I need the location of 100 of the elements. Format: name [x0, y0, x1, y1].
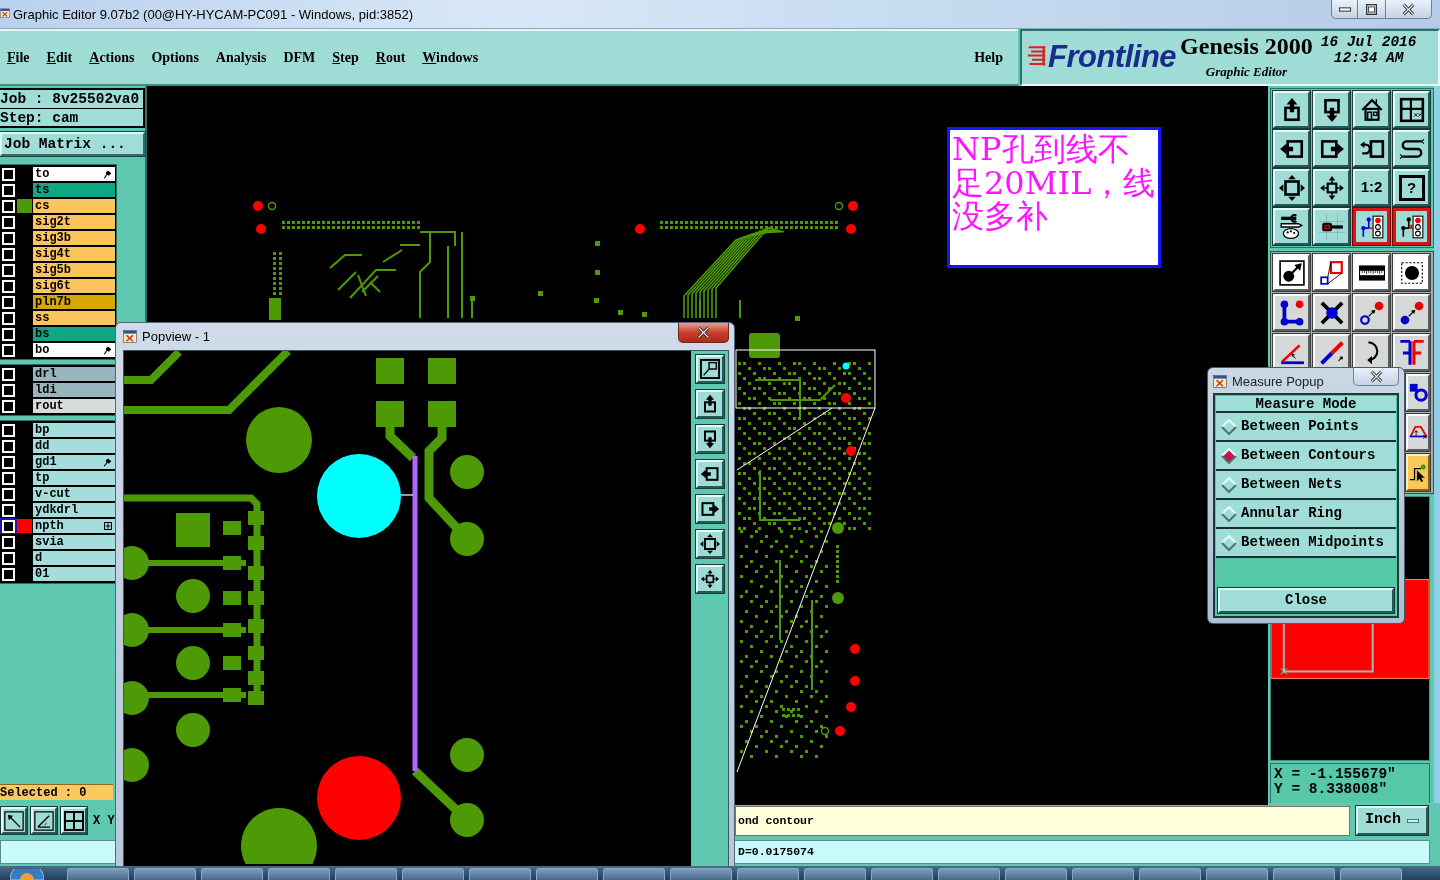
menu-item[interactable]: DFM — [283, 47, 316, 68]
layer-checkbox[interactable] — [2, 247, 15, 261]
layer-item[interactable]: sig5b — [33, 263, 115, 277]
layer-item[interactable]: to — [33, 167, 115, 181]
toolbar-button[interactable]: ? — [1393, 169, 1430, 206]
hole-marker — [256, 224, 266, 234]
via-pad — [832, 522, 844, 534]
time-text: 12:34 AM — [1333, 51, 1404, 66]
layer-item[interactable]: sig3b — [33, 231, 115, 245]
toolbar-button[interactable] — [1393, 208, 1430, 245]
menu-item[interactable]: File — [7, 47, 30, 68]
layer-checkbox[interactable] — [2, 367, 15, 381]
measure-mode-option[interactable]: Between Nets — [1216, 471, 1396, 500]
fit-screen-icon — [1278, 174, 1305, 201]
menu-item[interactable]: Step — [332, 47, 359, 68]
layer-checkbox[interactable] — [2, 343, 15, 357]
component-pad — [749, 333, 780, 358]
close-button[interactable] — [678, 323, 729, 343]
layer-item[interactable]: sig4t — [33, 247, 115, 261]
layer-checkbox[interactable] — [2, 199, 15, 213]
layer-checkbox[interactable] — [2, 311, 15, 325]
menu-item[interactable]: Analysis — [215, 47, 267, 68]
layer-item[interactable]: svia — [33, 535, 115, 549]
layer-item[interactable]: bo — [33, 343, 115, 357]
layer-checkbox[interactable] — [2, 487, 15, 501]
option-menu-icon — [1407, 818, 1419, 823]
layer-checkbox[interactable] — [2, 183, 15, 197]
zoom-arrows-icon — [699, 569, 720, 589]
minimize-button[interactable] — [1331, 0, 1358, 19]
layer-item[interactable]: pln7b — [33, 295, 115, 309]
layer-item[interactable]: dd — [33, 439, 115, 453]
layer-checkbox[interactable] — [2, 423, 15, 437]
menu-item[interactable]: Windows — [422, 47, 479, 68]
shape-outline-icon — [1318, 259, 1345, 286]
layer-checkbox[interactable] — [2, 327, 15, 341]
layer-checkbox[interactable] — [2, 279, 15, 293]
layer-item[interactable]: ss — [33, 311, 115, 325]
layer-checkbox[interactable] — [2, 439, 15, 453]
menu-item[interactable]: Actions — [89, 47, 135, 68]
layer-item[interactable]: cs — [33, 199, 115, 213]
layer-checkbox[interactable] — [2, 455, 15, 469]
layer-item[interactable]: ts — [33, 183, 115, 197]
menu-item[interactable]: Rout — [375, 47, 406, 68]
layer-checkbox[interactable] — [2, 167, 15, 181]
toolbar-button[interactable] — [1353, 208, 1390, 245]
tool-button[interactable] — [1, 807, 27, 834]
close-button[interactable] — [1353, 368, 1399, 386]
layer-item[interactable]: gd1 — [33, 455, 115, 469]
layer-checkbox[interactable] — [2, 215, 15, 229]
layer-item[interactable]: sig2t — [33, 215, 115, 229]
layer-item[interactable]: d — [33, 551, 115, 565]
layer-checkbox[interactable] — [2, 567, 15, 581]
measure-mode-option[interactable]: Between Midpoints — [1216, 529, 1396, 558]
hole-marker — [850, 676, 860, 686]
popview-title: Popview - 1 — [142, 329, 210, 344]
layer-item[interactable]: bs — [33, 327, 115, 341]
menu-item[interactable]: Options — [151, 47, 199, 68]
layer-checkbox[interactable] — [2, 383, 15, 397]
cursor-step-icon — [1408, 463, 1428, 482]
menu-item[interactable]: Edit — [46, 47, 73, 68]
layer-item[interactable]: drl — [33, 367, 115, 381]
measure-mode-heading: Measure Mode — [1216, 396, 1396, 413]
close-button[interactable] — [1386, 0, 1432, 19]
job-matrix-button[interactable]: Job Matrix ... — [0, 132, 145, 156]
layer-checkbox[interactable] — [2, 551, 15, 565]
module-name: Graphic Editor — [1205, 64, 1288, 79]
layer-checkbox[interactable] — [2, 503, 15, 517]
layer-checkbox[interactable] — [2, 471, 15, 485]
cursor-y-readout: Y = 8.338008" — [1274, 782, 1389, 797]
start-orb-icon[interactable] — [10, 869, 44, 880]
layer-checkbox[interactable] — [2, 231, 15, 245]
layer-checkbox[interactable] — [2, 535, 15, 549]
menu-item[interactable]: Help — [974, 47, 1003, 68]
tool-button[interactable] — [61, 807, 87, 834]
layer-item[interactable]: sig6t — [33, 279, 115, 293]
toolbar-button[interactable]: 1:2 — [1353, 169, 1390, 206]
layer-item[interactable]: 01 — [33, 567, 115, 581]
hole-marker — [835, 726, 845, 736]
layer-item[interactable]: npth — [33, 519, 115, 533]
measure-mode-option[interactable]: Annular Ring — [1216, 500, 1396, 529]
prompt-field: ond contour — [735, 806, 1350, 836]
layer-checkbox[interactable] — [2, 263, 15, 277]
layer-item[interactable]: tp — [33, 471, 115, 485]
tool-button[interactable] — [31, 807, 57, 834]
close-button[interactable]: Close — [1218, 588, 1394, 613]
layer-checkbox[interactable] — [2, 295, 15, 309]
layer-item[interactable]: ydkdrl — [33, 503, 115, 517]
layer-item[interactable]: bp — [33, 423, 115, 437]
app-icon — [0, 8, 10, 18]
cursor-x-readout: X = -1.155679" — [1274, 767, 1397, 782]
probe-icon — [1318, 213, 1345, 240]
units-button[interactable]: Inch — [1356, 806, 1428, 835]
maximize-button[interactable] — [1358, 0, 1386, 19]
measure-mode-option[interactable]: Between Points — [1216, 413, 1396, 442]
layer-item[interactable]: v-cut — [33, 487, 115, 501]
measure-mode-option[interactable]: Between Contours — [1216, 442, 1396, 471]
layer-item[interactable]: ldi — [33, 383, 115, 397]
layer-checkbox[interactable] — [2, 399, 15, 413]
hole-marker — [841, 393, 851, 403]
layer-item[interactable]: rout — [33, 399, 115, 413]
